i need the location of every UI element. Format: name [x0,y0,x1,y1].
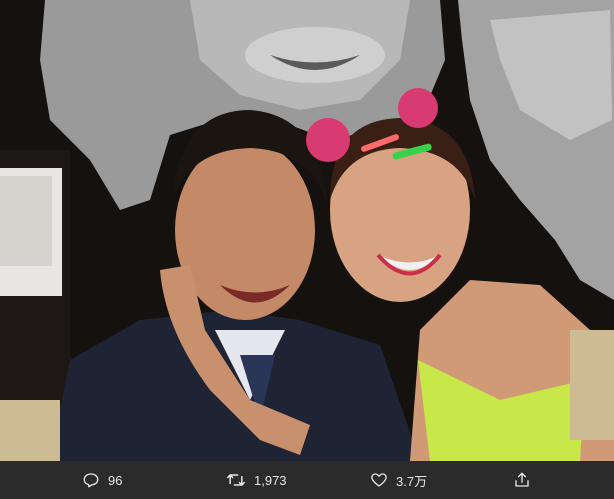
heart-icon [371,473,387,487]
tweet-photo[interactable] [0,0,614,461]
retweet-count: 1,973 [254,472,287,488]
share-button[interactable] [513,471,531,489]
retweet-icon [226,474,246,486]
reply-button[interactable]: 96 [82,471,122,489]
retweet-button[interactable]: 1,973 [226,471,287,489]
like-button[interactable]: 3.7万 [370,471,427,490]
share-icon [515,472,529,487]
like-count: 3.7万 [396,473,428,489]
tweet-action-bar: 96 1,973 3.7万 [0,461,614,499]
reply-icon [83,473,99,488]
photo-illustration [0,0,614,461]
reply-count: 96 [108,472,123,488]
